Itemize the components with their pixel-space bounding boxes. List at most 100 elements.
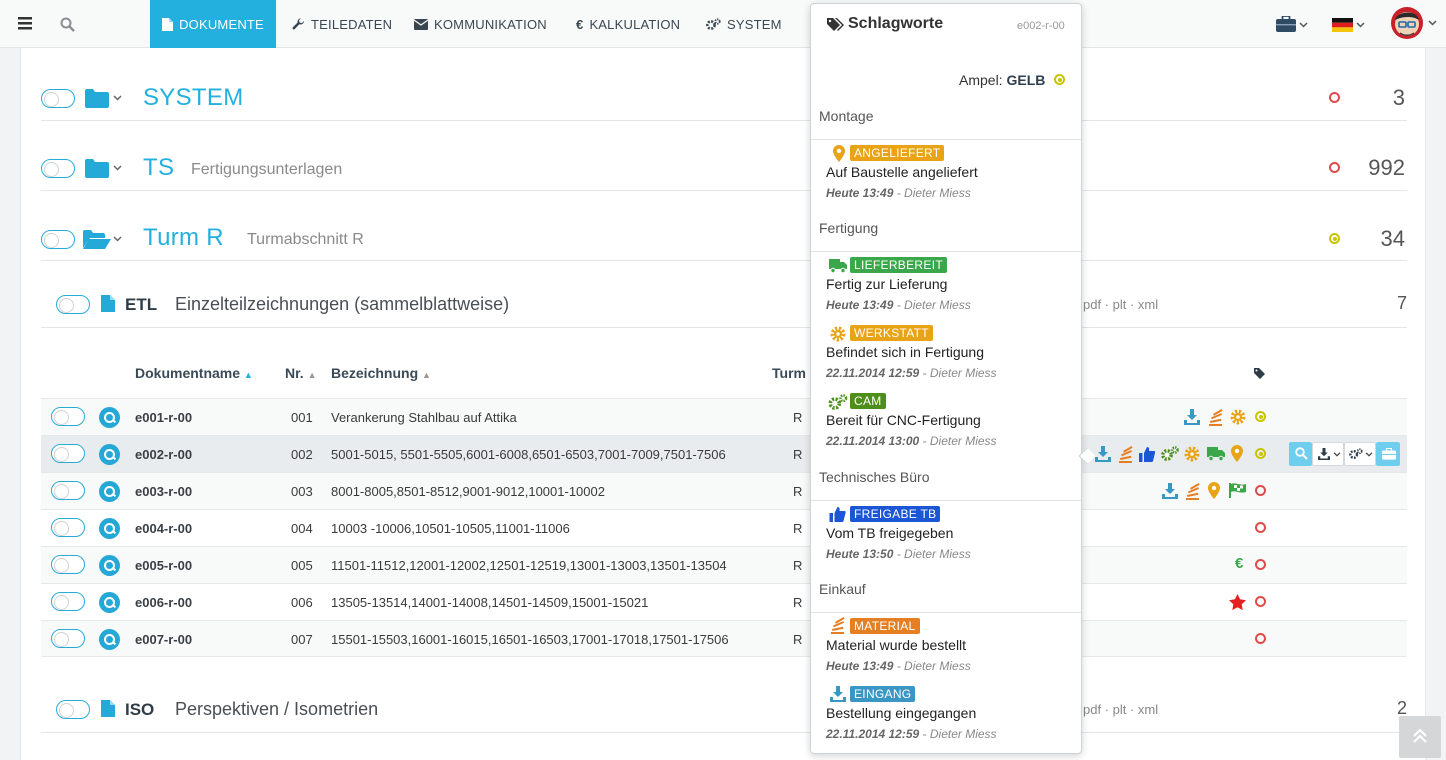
folder-toggle[interactable] — [41, 159, 75, 178]
column-header-nr[interactable]: Nr. ▲ — [285, 365, 317, 381]
table-row-selected[interactable]: e002-r-00 002 5001-5015, 5501-5505,6001-… — [41, 435, 1407, 472]
folder-toggle[interactable] — [41, 89, 75, 108]
stack-icon — [1119, 446, 1133, 463]
scroll-to-top-button[interactable] — [1399, 716, 1441, 758]
table-row[interactable]: e001-r-00 001 Verankerung Stahlbau auf A… — [41, 398, 1407, 435]
row-toggle[interactable] — [51, 629, 85, 648]
row-toggle[interactable] — [51, 444, 85, 463]
row-toggle[interactable] — [51, 592, 85, 611]
gear-icon — [1184, 446, 1200, 462]
search-icon[interactable] — [99, 407, 120, 428]
column-header-dokumentname[interactable]: Dokumentname ▲ — [135, 365, 253, 381]
section-file-types: pdf · plt · xml — [1083, 702, 1159, 717]
user-menu[interactable] — [1390, 6, 1440, 42]
status-ring-red — [1255, 522, 1266, 533]
folder-title[interactable]: Turm R — [143, 224, 224, 252]
file-icon — [101, 700, 115, 717]
hamburger-menu-icon[interactable] — [18, 17, 32, 30]
chevron-down-icon[interactable] — [113, 236, 122, 242]
doc-name[interactable]: e004-r-00 — [135, 521, 192, 536]
row-briefcase-button[interactable] — [1376, 442, 1400, 466]
cogs-icon — [1349, 448, 1363, 459]
folder-title[interactable]: SYSTEM — [143, 84, 243, 112]
section-file-types: pdf · plt · xml — [1083, 297, 1159, 312]
language-dropdown[interactable] — [1332, 18, 1366, 34]
doc-name[interactable]: e001-r-00 — [135, 410, 192, 425]
briefcase-icon — [1382, 448, 1396, 460]
tag-entry-text: Auf Baustelle angeliefert — [826, 164, 978, 180]
row-search-button[interactable] — [1289, 442, 1312, 466]
status-ring-red — [1255, 559, 1266, 570]
table-row[interactable]: e003-r-00 003 8001-8005,8501-8512,9001-9… — [41, 472, 1407, 509]
chevron-down-icon — [1356, 22, 1365, 28]
section-toggle[interactable] — [56, 295, 90, 314]
envelope-icon — [414, 18, 428, 30]
tag-entry-text: Bereit für CNC-Fertigung — [826, 412, 981, 428]
row-toggle[interactable] — [51, 518, 85, 537]
cogs-icon — [828, 394, 848, 410]
column-header-turm[interactable]: Turm — [772, 365, 806, 381]
tags-icon — [827, 18, 844, 31]
doc-name[interactable]: e002-r-00 — [135, 447, 192, 462]
doc-name[interactable]: e006-r-00 — [135, 595, 192, 610]
folder-subtitle: Fertigungsunterlagen — [191, 161, 343, 178]
tab-kalkulation[interactable]: € KALKULATION — [576, 0, 680, 48]
status-ring-red — [1255, 485, 1266, 496]
doc-name[interactable]: e005-r-00 — [135, 558, 192, 573]
table-row[interactable]: e006-r-00 006 13505-13514,14001-14008,14… — [41, 583, 1407, 620]
tab-system[interactable]: SYSTEM — [706, 0, 782, 48]
tab-kommunikation-label: KOMMUNIKATION — [434, 16, 547, 32]
status-ring-red — [1255, 633, 1266, 644]
doc-turm: R — [793, 558, 803, 573]
tab-kalkulation-label: KALKULATION — [589, 16, 681, 32]
folder-open-icon — [83, 230, 111, 249]
row-download-button[interactable] — [1312, 442, 1344, 466]
section-title: Perspektiven / Isometrien — [175, 699, 379, 719]
row-toggle[interactable] — [51, 555, 85, 574]
folder-toggle[interactable] — [41, 230, 75, 249]
tab-teiledaten[interactable]: TEILEDATEN — [292, 0, 392, 48]
chevron-down-icon[interactable] — [113, 165, 122, 171]
search-icon[interactable] — [99, 518, 120, 539]
row-settings-button[interactable] — [1344, 442, 1376, 466]
group-montage: Montage — [811, 108, 1081, 140]
search-icon[interactable] — [99, 481, 120, 502]
search-icon[interactable] — [99, 444, 120, 465]
table-row[interactable]: e004-r-00 004 10003 -10006,10501-10505,1… — [41, 509, 1407, 546]
table-row[interactable]: e005-r-00 005 11501-11512,12001-12002,12… — [41, 546, 1407, 583]
doc-nr: 003 — [291, 484, 313, 499]
doc-name[interactable]: e007-r-00 — [135, 632, 192, 647]
truck-icon — [829, 259, 847, 273]
chevron-down-icon — [1365, 452, 1373, 457]
row-toggle[interactable] — [51, 407, 85, 426]
doc-name[interactable]: e003-r-00 — [135, 484, 192, 499]
section-code[interactable]: ETL — [125, 295, 157, 315]
doc-turm: R — [793, 632, 803, 647]
search-icon[interactable] — [99, 592, 120, 613]
download-icon — [1095, 446, 1111, 462]
search-icon[interactable] — [99, 555, 120, 576]
section-toggle[interactable] — [56, 700, 90, 719]
folder-icon — [85, 89, 109, 108]
star-icon — [1229, 594, 1246, 610]
folder-title[interactable]: TS — [143, 154, 174, 182]
search-icon — [1295, 447, 1308, 460]
section-code[interactable]: ISO — [125, 700, 154, 720]
briefcase-dropdown[interactable] — [1276, 16, 1310, 34]
table-row[interactable]: e007-r-00 007 15501-15503,16001-16015,16… — [41, 620, 1407, 657]
tag-angeliefert: ANGELIEFERT — [850, 145, 945, 161]
row-toggle[interactable] — [51, 481, 85, 500]
tag-werkstatt: WERKSTATT — [850, 325, 933, 341]
cogs-icon — [706, 17, 721, 30]
ampel-status: Ampel: GELB — [959, 72, 1046, 88]
tab-kommunikation[interactable]: KOMMUNIKATION — [414, 0, 547, 48]
group-einkauf: Einkauf — [811, 581, 1081, 613]
search-icon[interactable] — [60, 17, 75, 32]
euro-icon: € — [1235, 555, 1244, 572]
chevron-down-icon[interactable] — [113, 95, 122, 101]
tag-lieferbereit: LIEFERBEREIT — [850, 257, 947, 273]
search-icon[interactable] — [99, 629, 120, 650]
column-header-bezeichnung[interactable]: Bezeichnung ▲ — [331, 365, 431, 381]
doc-nr: 007 — [291, 632, 313, 647]
tab-dokumente[interactable]: DOKUMENTE — [150, 0, 276, 48]
